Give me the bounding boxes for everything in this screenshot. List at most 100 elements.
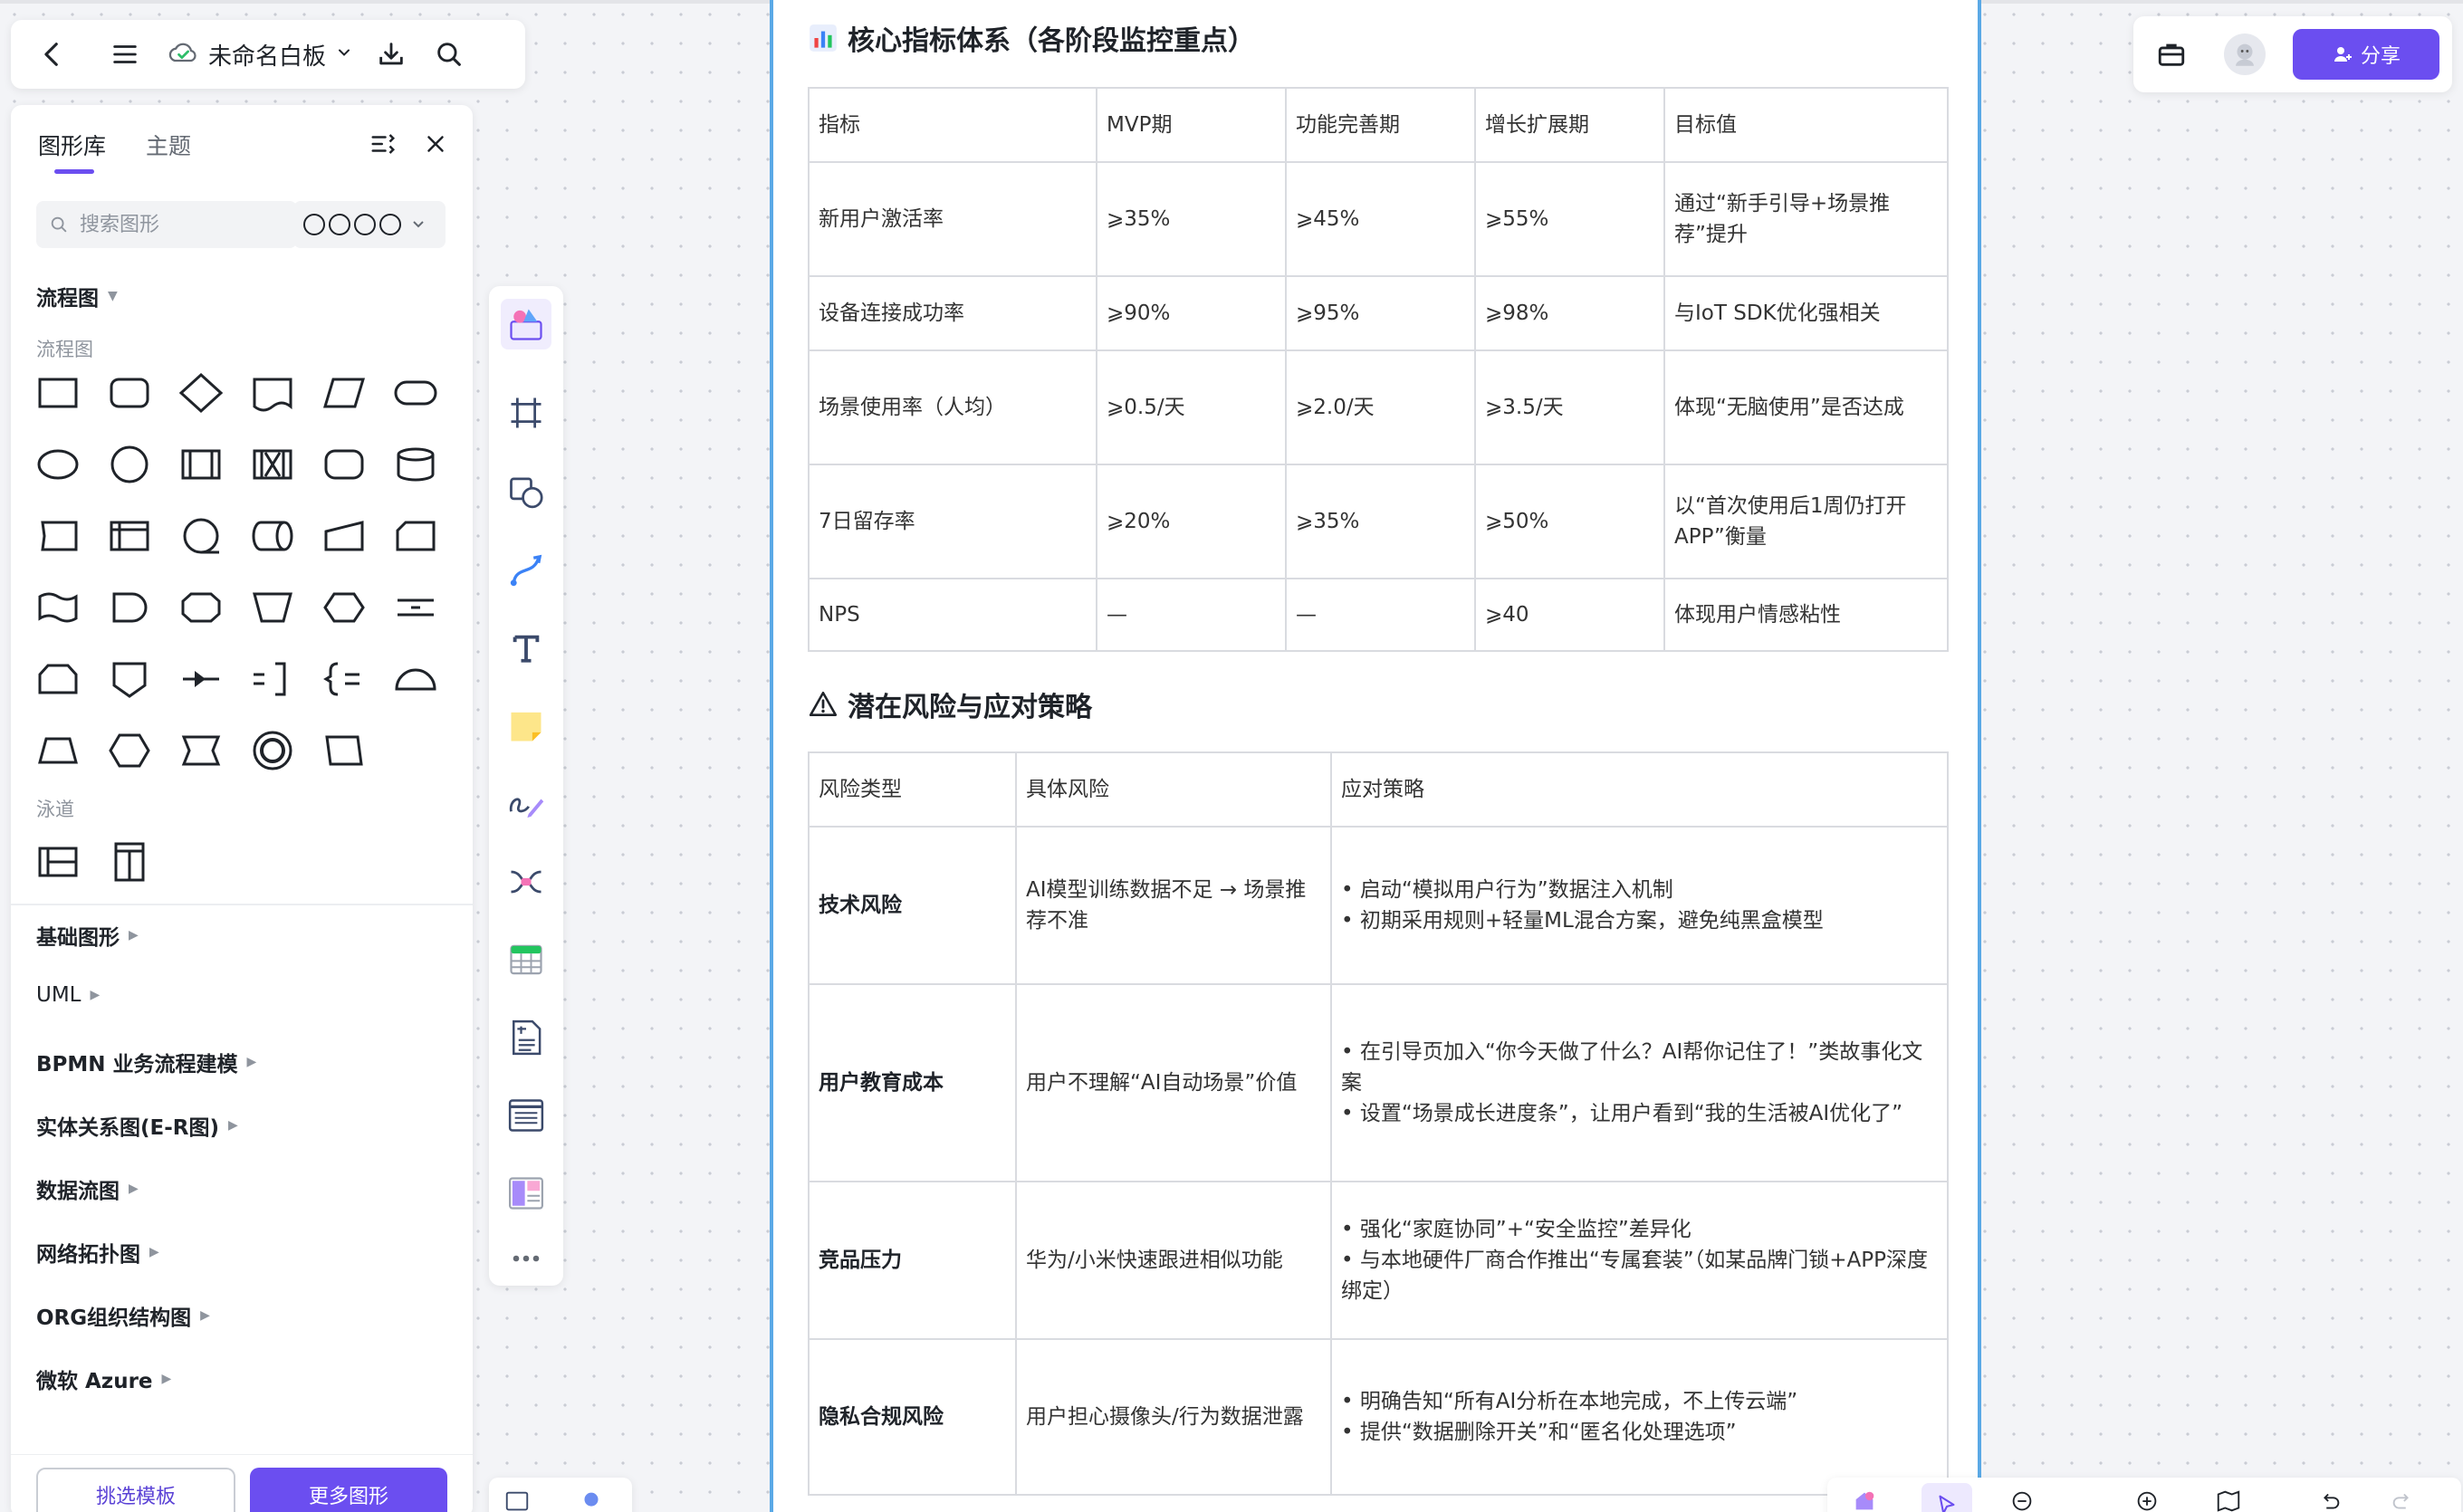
tool-shape-library[interactable] <box>501 299 551 349</box>
tool-document[interactable] <box>501 1012 551 1063</box>
tool-more[interactable] <box>501 1233 551 1284</box>
shape-hexagon[interactable] <box>104 725 155 776</box>
shape-database[interactable] <box>390 439 441 490</box>
shape-manual-operation[interactable] <box>247 582 298 633</box>
tool-table[interactable] <box>501 934 551 985</box>
minimap-button[interactable] <box>2215 1483 2242 1512</box>
table-row: 新用户激活率 ⩾35% ⩾45% ⩾55% 通过“新手引导+场景推荐”提升 <box>808 161 1949 277</box>
shape-delay[interactable] <box>104 582 155 633</box>
shape-sequential-data[interactable] <box>176 511 226 561</box>
board-title-dropdown[interactable]: 未命名白板 <box>167 38 353 72</box>
shape-parallelogram[interactable] <box>319 725 369 776</box>
search-button[interactable] <box>424 29 474 80</box>
shape-off-page[interactable] <box>104 654 155 704</box>
download-button[interactable] <box>366 29 417 80</box>
shape-style-dropdown[interactable] <box>293 201 446 248</box>
avatar[interactable] <box>2224 33 2266 75</box>
shape-vertical-lane[interactable] <box>104 837 155 887</box>
shape-process[interactable] <box>33 368 83 418</box>
shape-arrow-junction[interactable] <box>176 654 226 704</box>
back-button[interactable] <box>27 29 78 80</box>
category-org-chart[interactable]: ORG组织结构图 ▶ <box>36 1300 210 1331</box>
table-cell: ⩾40 <box>1474 578 1665 652</box>
shape-direct-data[interactable] <box>247 511 298 561</box>
shapes-icon <box>510 477 543 509</box>
more-shapes-label: 更多图形 <box>308 1486 388 1508</box>
tab-shape-library[interactable]: 图形库 <box>38 129 106 174</box>
choose-template-button[interactable]: 挑选模板 <box>36 1468 235 1512</box>
shape-half-circle[interactable] <box>390 654 441 704</box>
section-flowchart[interactable]: 流程图 ▼ <box>36 281 118 311</box>
category-bpmn[interactable]: BPMN 业务流程建模 ▶ <box>36 1047 256 1077</box>
shape-card[interactable] <box>33 511 83 561</box>
shape-terminator[interactable] <box>390 368 441 418</box>
shape-search-input[interactable] <box>80 213 261 236</box>
tool-pen[interactable] <box>501 779 551 829</box>
strategy-item: • 设置“场景成长进度条”，让用户看到“我的生活被AI优化了” <box>1341 1102 1903 1125</box>
table-header-row: 指标 MVP期 功能完善期 增长扩展期 目标值 <box>808 87 1949 163</box>
cursor-icon <box>1939 1495 1955 1512</box>
category-label: 微软 Azure <box>36 1370 153 1393</box>
tool-shapes[interactable] <box>501 467 551 518</box>
shape-collate[interactable] <box>247 439 298 490</box>
more-shapes-button[interactable]: 更多图形 <box>250 1468 447 1512</box>
shape-trapezoid[interactable] <box>33 725 83 776</box>
tool-sticky-note[interactable] <box>501 701 551 751</box>
zoom-out-button[interactable] <box>2008 1483 2036 1512</box>
shape-display[interactable] <box>176 582 226 633</box>
tool-frame[interactable] <box>501 388 551 438</box>
shape-brace-left[interactable] <box>319 654 369 704</box>
image-button[interactable] <box>503 1483 531 1512</box>
redo-button[interactable] <box>2389 1483 2416 1512</box>
table-cell: 体现“无脑使用”是否达成 <box>1663 349 1949 465</box>
shape-cut-corner[interactable] <box>390 511 441 561</box>
tool-connector[interactable] <box>501 545 551 596</box>
shape-ellipse[interactable] <box>33 439 83 490</box>
zoom-in-button[interactable] <box>2133 1483 2161 1512</box>
category-azure[interactable]: 微软 Azure ▶ <box>36 1364 171 1394</box>
toolbox-button[interactable] <box>2146 29 2197 80</box>
shape-circle[interactable] <box>104 439 155 490</box>
undo-button[interactable] <box>2316 1483 2343 1512</box>
tool-text[interactable] <box>501 623 551 674</box>
shape-rounded-rect[interactable] <box>104 368 155 418</box>
library-settings-button[interactable] <box>360 121 406 167</box>
shape-double-circle[interactable] <box>247 725 298 776</box>
shape-loop-limit[interactable] <box>33 654 83 704</box>
shape-notched-rect[interactable] <box>176 725 226 776</box>
document-frame[interactable]: 核心指标体系（各阶段监控重点） 指标 MVP期 功能完善期 增长扩展期 目标值 … <box>770 0 1981 1512</box>
shape-document[interactable] <box>247 368 298 418</box>
tool-mind-map[interactable] <box>501 856 551 907</box>
shape-bracket-right[interactable] <box>247 654 298 704</box>
share-button[interactable]: 分享 <box>2293 29 2439 80</box>
table-row: 用户教育成本 用户不理解“AI自动场景”价值 • 在引导页加入“你今天做了什么？… <box>808 983 1949 1182</box>
table-cell: ⩾2.0/天 <box>1285 349 1476 465</box>
shape-manual-input[interactable] <box>319 511 369 561</box>
location-button[interactable] <box>578 1483 605 1512</box>
ai-assistant-button[interactable] <box>1851 1483 1878 1512</box>
select-tool-button[interactable] <box>1922 1483 1972 1512</box>
shape-predefined-process[interactable] <box>176 439 226 490</box>
category-uml[interactable]: UML ▶ <box>36 983 100 1007</box>
tool-list[interactable] <box>501 1090 551 1141</box>
close-panel-button[interactable] <box>413 121 458 167</box>
category-data-flow[interactable]: 数据流图 ▶ <box>36 1173 139 1204</box>
shape-annotation-lines[interactable] <box>390 582 441 633</box>
risk-detail-cell: 用户担心摄像头/行为数据泄露 <box>1015 1338 1332 1496</box>
menu-button[interactable] <box>100 29 150 80</box>
category-er-diagram[interactable]: 实体关系图(E-R图) ▶ <box>36 1110 238 1141</box>
shape-preparation[interactable] <box>319 582 369 633</box>
shape-search[interactable] <box>36 201 297 248</box>
risk-detail-cell: 用户不理解“AI自动场景”价值 <box>1015 983 1332 1182</box>
category-basic-shapes[interactable]: 基础图形 ▶ <box>36 920 139 951</box>
tab-theme[interactable]: 主题 <box>146 129 191 174</box>
shape-horizontal-lane[interactable] <box>33 837 83 887</box>
shape-punched-tape[interactable] <box>33 582 83 633</box>
shape-data[interactable] <box>319 368 369 418</box>
strategy-item: • 与本地硬件厂商合作推出“专属套装”（如某品牌门锁+APP深度绑定） <box>1341 1249 1928 1303</box>
shape-alternate-process[interactable] <box>319 439 369 490</box>
category-network-topology[interactable]: 网络拓扑图 ▶ <box>36 1237 159 1268</box>
tool-layout[interactable] <box>501 1168 551 1219</box>
shape-decision[interactable] <box>176 368 226 418</box>
shape-internal-storage[interactable] <box>104 511 155 561</box>
